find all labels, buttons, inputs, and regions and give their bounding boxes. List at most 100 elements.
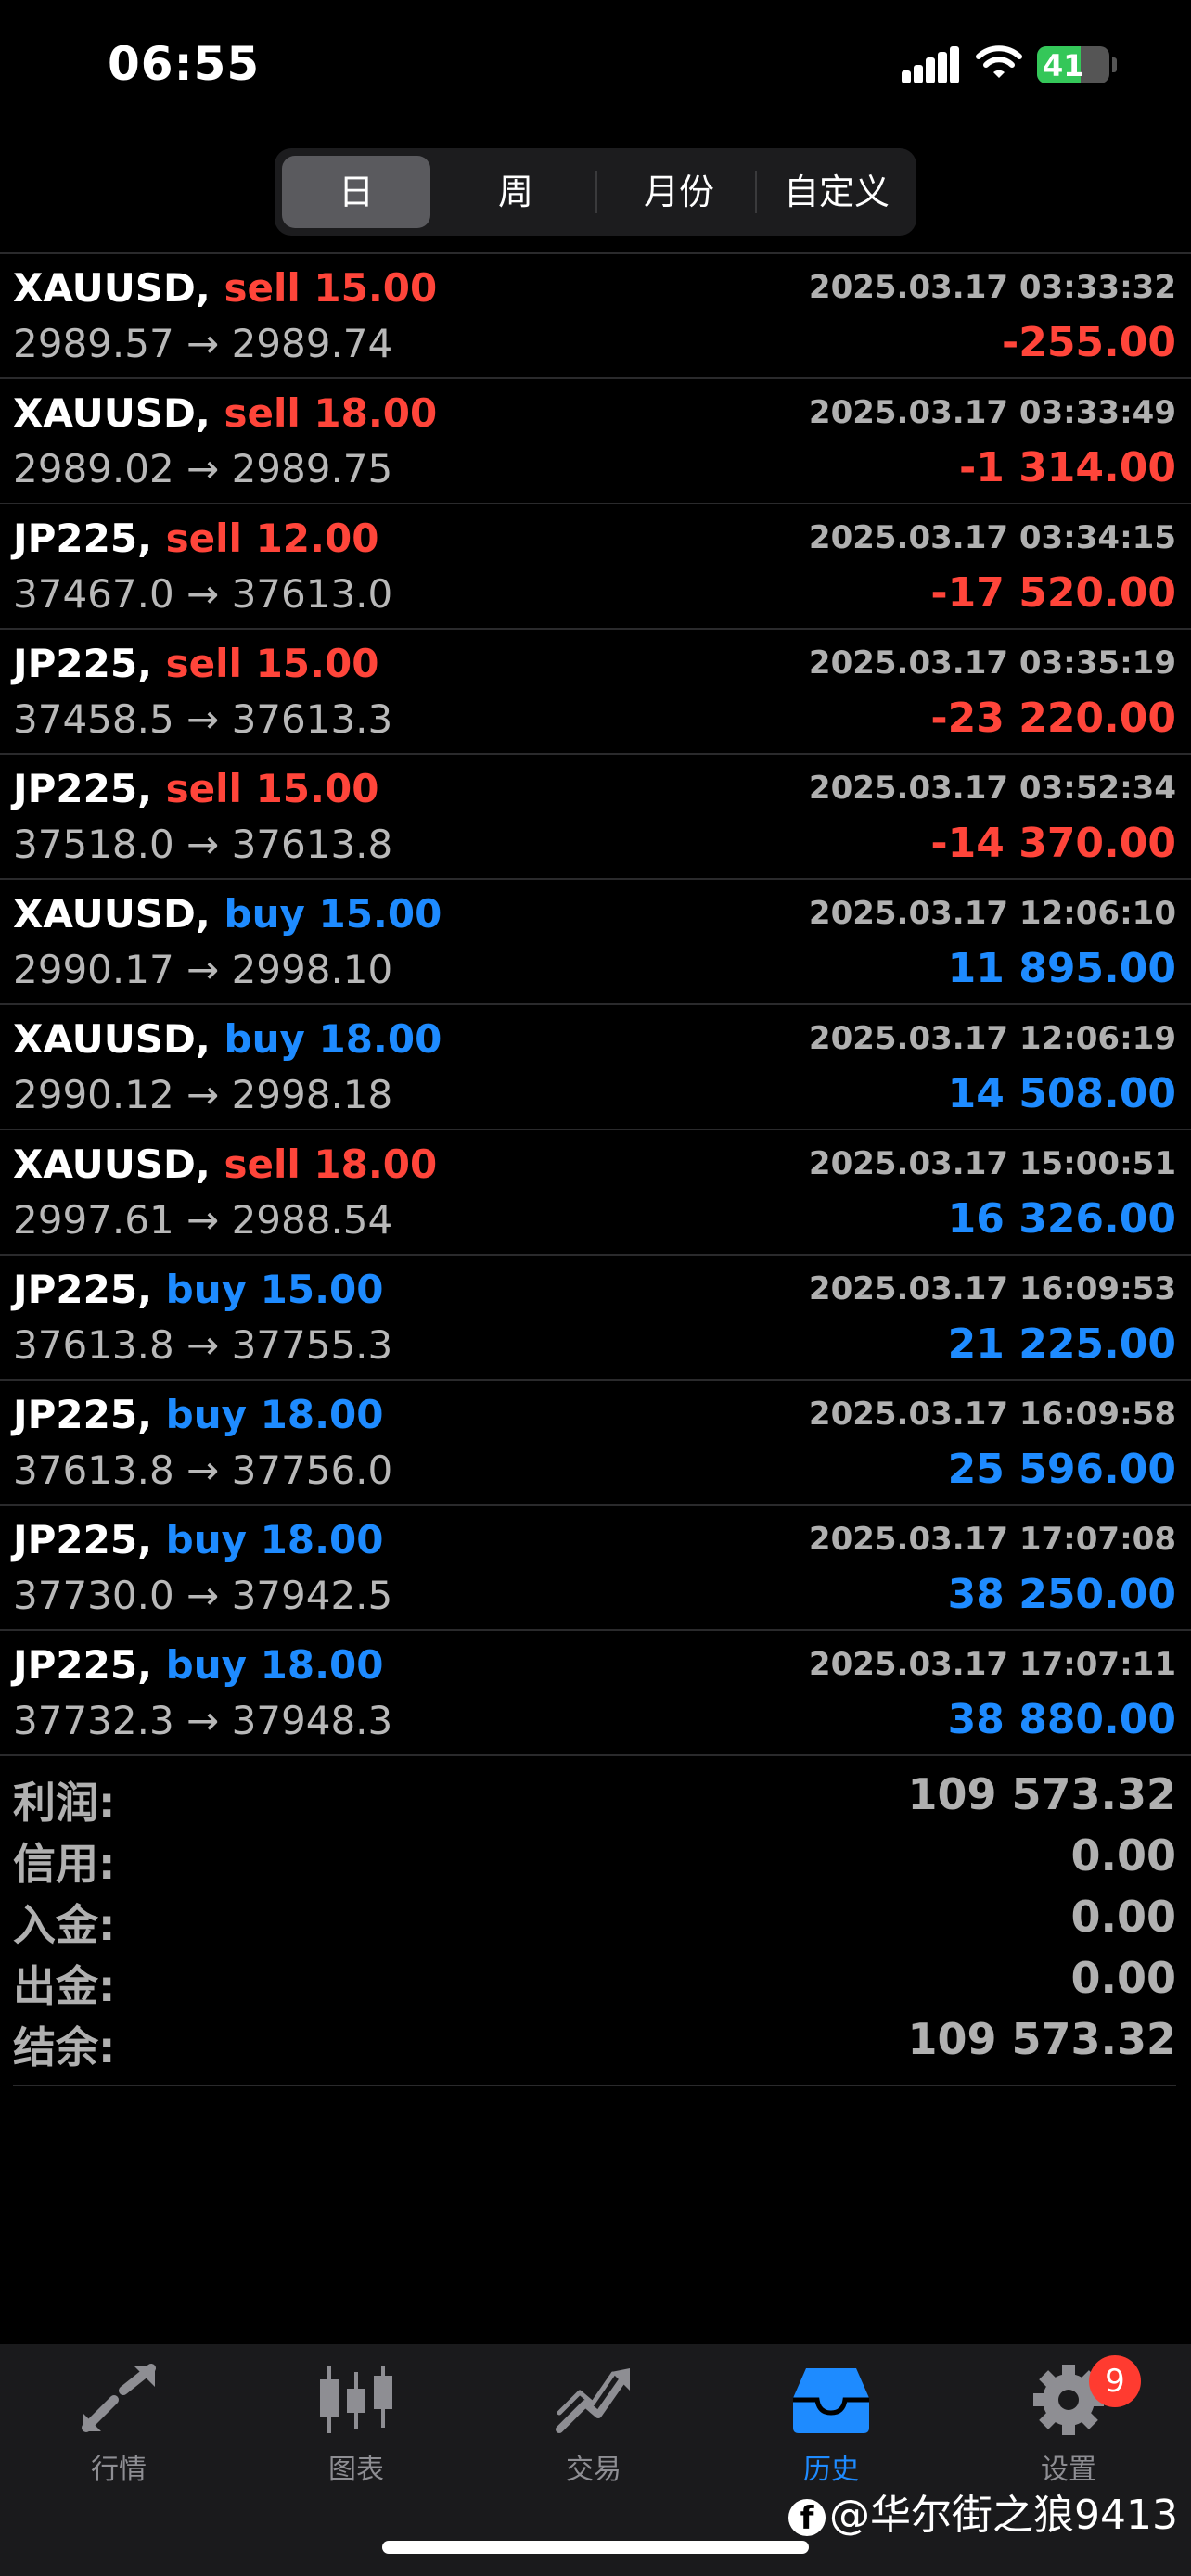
history-inbox-icon <box>793 2368 869 2433</box>
table-row[interactable]: JP225, buy 18.00 2025.03.17 17:07:08 377… <box>0 1506 1191 1631</box>
trade-prices: 37730.0 → 37942.5 <box>13 1573 393 1618</box>
table-row[interactable]: JP225, sell 15.00 2025.03.17 03:35:19 37… <box>0 630 1191 755</box>
trade-symbol: JP225, <box>13 641 153 686</box>
trade-symbol: XAUUSD, <box>13 390 211 436</box>
summary-label: 利润: <box>13 1778 116 1828</box>
summary-label: 入金: <box>13 1900 116 1950</box>
summary-label: 出金: <box>13 1961 116 2011</box>
summary-value: 0.00 <box>1070 1953 1177 2003</box>
cellular-signal-icon <box>902 46 959 83</box>
trade-datetime: 2025.03.17 12:06:10 <box>808 895 1176 932</box>
tab-quotes[interactable]: 行情 <box>0 2363 237 2493</box>
trade-history-list: XAUUSD, sell 15.00 2025.03.17 03:33:32 2… <box>0 252 1191 1756</box>
table-row[interactable]: JP225, sell 12.00 2025.03.17 03:34:15 37… <box>0 504 1191 630</box>
trade-side: sell 18.00 <box>224 1141 438 1187</box>
table-row[interactable]: JP225, sell 15.00 2025.03.17 03:52:34 37… <box>0 755 1191 880</box>
table-row[interactable]: XAUUSD, buy 15.00 2025.03.17 12:06:10 29… <box>0 880 1191 1005</box>
summary-value: 109 573.32 <box>907 2014 1176 2064</box>
summary-value: 0.00 <box>1070 1892 1177 1942</box>
tab-settings[interactable]: 9 设置 <box>950 2355 1187 2493</box>
quotes-arrows-icon <box>82 2364 156 2432</box>
trade-prices: 37458.5 → 37613.3 <box>13 696 393 742</box>
period-tab-day[interactable]: 日 <box>282 156 430 228</box>
trade-side: buy 18.00 <box>165 1642 384 1688</box>
summary-label: 结余: <box>13 2022 116 2072</box>
summary-label: 信用: <box>13 1839 116 1889</box>
table-row[interactable]: JP225, buy 18.00 2025.03.17 17:07:11 377… <box>0 1631 1191 1756</box>
watermark: f @华尔街之狼9413 <box>788 2481 1178 2541</box>
trade-datetime: 2025.03.17 03:33:32 <box>808 269 1176 306</box>
trade-profit: -17 520.00 <box>930 569 1176 617</box>
trade-side: buy 15.00 <box>224 891 442 937</box>
trade-prices: 2990.17 → 2998.10 <box>13 947 393 992</box>
status-time: 06:55 <box>108 37 261 91</box>
summary-balance: 结余: 109 573.32 <box>0 2009 1191 2072</box>
trade-symbol: XAUUSD, <box>13 1016 211 1062</box>
trade-symbol: JP225, <box>13 516 153 561</box>
trade-side: sell 15.00 <box>224 265 438 311</box>
trade-profit: -23 220.00 <box>930 695 1176 742</box>
trade-side: sell 15.00 <box>165 641 379 686</box>
trade-profit: 11 895.00 <box>947 945 1176 992</box>
trade-datetime: 2025.03.17 03:35:19 <box>808 644 1176 682</box>
trade-prices: 37613.8 → 37755.3 <box>13 1322 393 1368</box>
summary-value: 0.00 <box>1070 1830 1177 1881</box>
trade-datetime: 2025.03.17 17:07:08 <box>808 1521 1176 1558</box>
summary-profit: 利润: 109 573.32 <box>0 1764 1191 1828</box>
trade-side: sell 12.00 <box>165 516 379 561</box>
watermark-text: @华尔街之狼9413 <box>829 2492 1178 2539</box>
summary-credit: 信用: 0.00 <box>0 1825 1191 1889</box>
trade-trend-icon <box>556 2368 630 2433</box>
candlestick-chart-icon <box>320 2366 392 2433</box>
tab-charts[interactable]: 图表 <box>237 2363 475 2493</box>
summary-value: 109 573.32 <box>907 1769 1176 1819</box>
period-segmented-control: 日 周 月份 自定义 <box>275 148 916 236</box>
trade-profit: 21 225.00 <box>947 1320 1176 1368</box>
table-row[interactable]: XAUUSD, sell 18.00 2025.03.17 15:00:51 2… <box>0 1130 1191 1256</box>
trade-datetime: 2025.03.17 12:06:19 <box>808 1020 1176 1057</box>
table-row[interactable]: JP225, buy 18.00 2025.03.17 16:09:58 376… <box>0 1381 1191 1506</box>
period-tab-week[interactable]: 周 <box>442 156 590 228</box>
trade-prices: 37732.3 → 37948.3 <box>13 1698 393 1743</box>
table-row[interactable]: XAUUSD, sell 18.00 2025.03.17 03:33:49 2… <box>0 379 1191 504</box>
trade-symbol: JP225, <box>13 1267 153 1312</box>
tab-label: 行情 <box>91 2454 147 2486</box>
trade-prices: 37613.8 → 37756.0 <box>13 1447 393 1493</box>
facebook-icon: f <box>788 2499 826 2537</box>
home-indicator[interactable] <box>382 2541 809 2554</box>
period-tab-custom[interactable]: 自定义 <box>762 156 911 228</box>
trade-side: sell 15.00 <box>165 766 379 811</box>
trade-side: sell 18.00 <box>224 390 438 436</box>
trade-datetime: 2025.03.17 03:33:49 <box>808 394 1176 431</box>
tab-history[interactable]: 历史 <box>712 2363 950 2493</box>
trade-profit: -255.00 <box>1001 319 1176 366</box>
trade-profit: -14 370.00 <box>930 820 1176 867</box>
trade-profit: 38 250.00 <box>947 1571 1176 1618</box>
trade-side: buy 15.00 <box>165 1267 384 1312</box>
status-bar: 06:55 41 <box>0 0 1191 130</box>
trade-profit: 14 508.00 <box>947 1070 1176 1117</box>
trade-datetime: 2025.03.17 17:07:11 <box>808 1646 1176 1683</box>
trade-prices: 2989.57 → 2989.74 <box>13 321 393 366</box>
table-row[interactable]: XAUUSD, buy 18.00 2025.03.17 12:06:19 29… <box>0 1005 1191 1130</box>
trade-datetime: 2025.03.17 15:00:51 <box>808 1145 1176 1182</box>
trade-symbol: JP225, <box>13 1642 153 1688</box>
table-row[interactable]: XAUUSD, sell 15.00 2025.03.17 03:33:32 2… <box>0 254 1191 379</box>
account-summary: 利润: 109 573.32 信用: 0.00 入金: 0.00 出金: 0.0… <box>0 1764 1191 2072</box>
tab-label: 交易 <box>566 2454 621 2486</box>
trade-datetime: 2025.03.17 16:09:53 <box>808 1270 1176 1307</box>
trade-symbol: XAUUSD, <box>13 1141 211 1187</box>
trade-symbol: JP225, <box>13 766 153 811</box>
trade-side: buy 18.00 <box>165 1392 384 1437</box>
table-row[interactable]: JP225, buy 15.00 2025.03.17 16:09:53 376… <box>0 1256 1191 1381</box>
trade-datetime: 2025.03.17 03:52:34 <box>808 770 1176 807</box>
trade-symbol: JP225, <box>13 1392 153 1437</box>
trade-prices: 37518.0 → 37613.8 <box>13 822 393 867</box>
trade-prices: 37467.0 → 37613.0 <box>13 571 393 617</box>
trade-profit: -1 314.00 <box>959 444 1176 491</box>
summary-deposit: 入金: 0.00 <box>0 1886 1191 1950</box>
tab-trade[interactable]: 交易 <box>475 2363 712 2493</box>
battery-level: 41 <box>1043 48 1084 83</box>
period-tab-month[interactable]: 月份 <box>605 156 753 228</box>
summary-withdrawal: 出金: 0.00 <box>0 1947 1191 2011</box>
